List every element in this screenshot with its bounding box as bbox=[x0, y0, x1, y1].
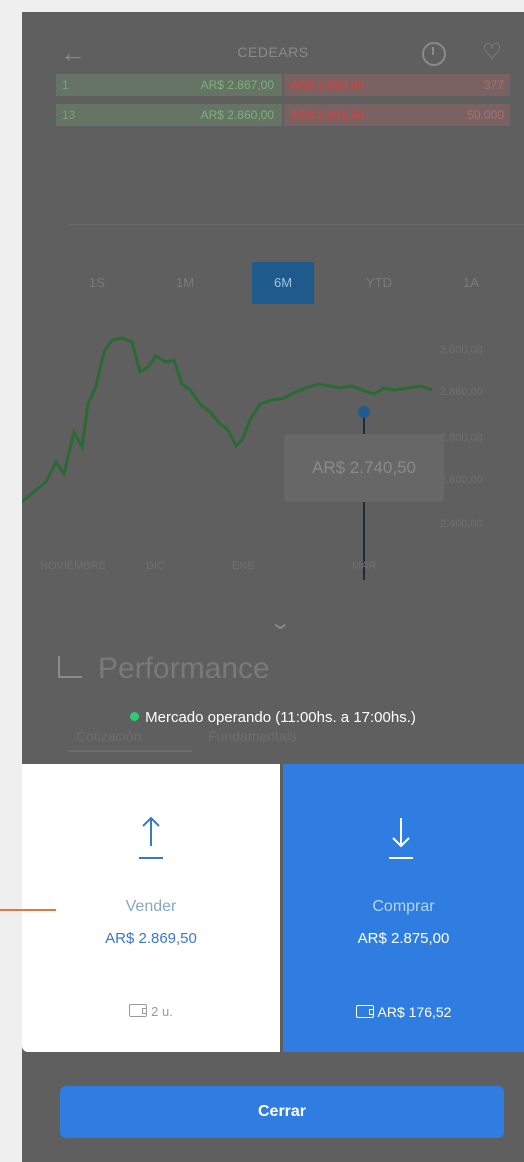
period-1m[interactable]: 1M bbox=[154, 262, 216, 304]
x-tick-label: DIC bbox=[146, 560, 165, 572]
ask-qty: 377 bbox=[483, 78, 504, 92]
bid-qty: 13 bbox=[62, 108, 76, 122]
ask-price: AR$ 2.880,00 bbox=[290, 78, 365, 92]
period-1s[interactable]: 1S bbox=[66, 262, 128, 304]
y-tick-label: 2.800,00 bbox=[440, 432, 483, 444]
wallet-icon bbox=[355, 1005, 374, 1018]
ask-qty: 50.000 bbox=[467, 108, 504, 122]
available-cash: AR$ 176,52 bbox=[283, 1004, 524, 1020]
ask-cell: AR$ 2.880,00 377 bbox=[284, 74, 510, 96]
divider bbox=[68, 224, 524, 225]
download-arrow-icon bbox=[389, 818, 413, 859]
bid-price: AR$ 2.860,00 bbox=[200, 108, 274, 122]
chevron-down-icon[interactable]: ⌄ bbox=[269, 610, 292, 635]
portfolio-icon bbox=[129, 1004, 148, 1017]
buy-label: Comprar bbox=[372, 898, 435, 915]
holdings-units: 2 u. bbox=[151, 1004, 173, 1019]
cursor-dot bbox=[358, 406, 370, 418]
y-tick-label: 2.400,00 bbox=[440, 518, 483, 530]
x-tick-label: NOVIEMBRE bbox=[40, 560, 107, 572]
x-tick-label: ENE bbox=[232, 560, 255, 572]
period-1a[interactable]: 1A bbox=[440, 262, 502, 304]
sell-button[interactable]: Vender AR$ 2.869,50 2 u. bbox=[22, 764, 280, 1052]
quote-row: 13 AR$ 2.860,00 AR$ 2.881,50 50.000 bbox=[56, 104, 510, 126]
buy-price: AR$ 2.875,00 bbox=[357, 930, 450, 947]
tooltip-value: AR$ 2.740,50 bbox=[312, 458, 416, 477]
bid-qty: 1 bbox=[62, 78, 69, 92]
section-title: Performance bbox=[98, 652, 270, 685]
ask-price: AR$ 2.881,50 bbox=[290, 108, 365, 122]
x-tick-label: MAR bbox=[352, 560, 377, 572]
market-status-text: Mercado operando (11:00hs. a 17:00hs.) bbox=[145, 709, 416, 726]
bid-cell: 1 AR$ 2.867,00 bbox=[56, 74, 282, 96]
tab-indicator bbox=[68, 750, 192, 752]
y-tick-label: 3.000,00 bbox=[440, 344, 483, 356]
available-cash-value: AR$ 176,52 bbox=[377, 1004, 452, 1020]
sell-price: AR$ 2.869,50 bbox=[105, 930, 197, 947]
y-tick-label: 2.860,00 bbox=[440, 386, 483, 398]
phone-screen: ← CEDEARS ♡ 1 AR$ 2.867,00 AR$ 2.880,00 … bbox=[22, 12, 524, 1162]
heart-icon[interactable]: ♡ bbox=[482, 41, 502, 63]
history-icon[interactable] bbox=[422, 42, 446, 66]
callout-line bbox=[0, 909, 56, 911]
bid-cell: 13 AR$ 2.860,00 bbox=[56, 104, 282, 126]
tab-fundamentals[interactable]: Fundamentals bbox=[208, 728, 297, 744]
ask-cell: AR$ 2.881,50 50.000 bbox=[284, 104, 510, 126]
buy-button[interactable]: Comprar AR$ 2.875,00 AR$ 176,52 bbox=[283, 764, 524, 1052]
period-6m[interactable]: 6M bbox=[252, 262, 314, 304]
market-status: Mercado operando (11:00hs. a 17:00hs.) bbox=[22, 709, 524, 726]
bid-price: AR$ 2.867,00 bbox=[200, 78, 274, 92]
period-selector: 1S 1M 6M YTD 1A bbox=[66, 262, 524, 306]
ticker-title: CEDEARS bbox=[237, 44, 309, 60]
chart-tooltip: AR$ 2.740,50 bbox=[284, 434, 444, 502]
status-dot-icon bbox=[130, 712, 140, 721]
quote-row: 1 AR$ 2.867,00 AR$ 2.880,00 377 bbox=[56, 74, 510, 96]
upload-arrow-icon bbox=[139, 816, 163, 859]
period-ytd[interactable]: YTD bbox=[348, 262, 410, 304]
sell-label: Vender bbox=[125, 898, 177, 915]
close-button[interactable]: Cerrar bbox=[60, 1086, 504, 1138]
performance-icon bbox=[58, 656, 82, 678]
tab-cotizacion[interactable]: Cotización bbox=[76, 728, 141, 744]
y-tick-label: 2.600,00 bbox=[440, 474, 483, 486]
holdings: 2 u. bbox=[22, 1004, 280, 1019]
